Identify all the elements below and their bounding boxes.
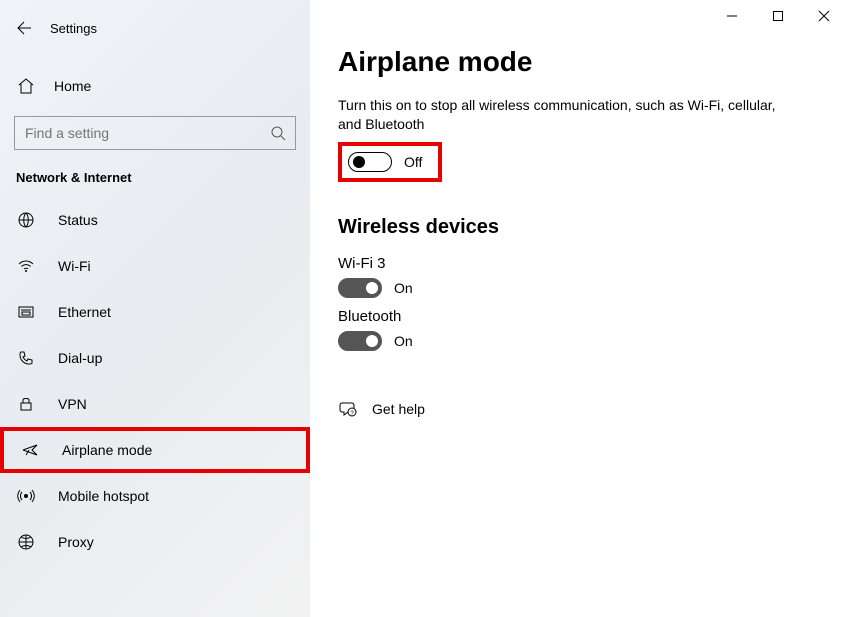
maximize-button[interactable] xyxy=(755,0,801,32)
search-input[interactable] xyxy=(14,116,296,150)
main-panel: Airplane mode Turn this on to stop all w… xyxy=(310,0,847,617)
page-title: Airplane mode xyxy=(338,46,819,78)
close-button[interactable] xyxy=(801,0,847,32)
toggle-knob xyxy=(366,335,378,347)
toggle-state-label: Off xyxy=(404,154,422,170)
sidebar-item-wifi[interactable]: Wi-Fi xyxy=(0,243,310,289)
sidebar: Settings Home Network & Internet Status … xyxy=(0,0,310,617)
sidebar-item-label: VPN xyxy=(58,396,87,412)
help-icon: ? xyxy=(338,399,358,419)
status-icon xyxy=(16,210,36,230)
wifi-icon xyxy=(16,256,36,276)
page-description: Turn this on to stop all wireless commun… xyxy=(338,96,778,134)
sidebar-item-mobile-hotspot[interactable]: Mobile hotspot xyxy=(0,473,310,519)
device-name-bluetooth: Bluetooth xyxy=(338,308,819,325)
sidebar-item-label: Airplane mode xyxy=(62,442,152,458)
sidebar-item-label: Proxy xyxy=(58,534,94,550)
sidebar-item-label: Dial-up xyxy=(58,350,102,366)
sidebar-item-home[interactable]: Home xyxy=(0,66,310,106)
minimize-button[interactable] xyxy=(709,0,755,32)
airplane-icon xyxy=(20,440,40,460)
ethernet-icon xyxy=(16,302,36,322)
toggle-state-label: On xyxy=(394,280,413,296)
sidebar-item-label: Home xyxy=(54,78,91,94)
sidebar-item-airplane-mode[interactable]: Airplane mode xyxy=(0,427,310,473)
airplane-mode-toggle[interactable] xyxy=(348,152,392,172)
bluetooth-toggle[interactable] xyxy=(338,331,382,351)
get-help-link[interactable]: ? Get help xyxy=(338,399,819,419)
sidebar-item-label: Mobile hotspot xyxy=(58,488,149,504)
vpn-icon xyxy=(16,394,36,414)
sidebar-item-dialup[interactable]: Dial-up xyxy=(0,335,310,381)
device-name-wifi: Wi-Fi 3 xyxy=(338,255,819,272)
sidebar-item-label: Ethernet xyxy=(58,304,111,320)
titlebar: Settings xyxy=(0,8,310,48)
section-title: Network & Internet xyxy=(0,150,310,197)
back-button[interactable] xyxy=(10,14,38,42)
wifi-toggle[interactable] xyxy=(338,278,382,298)
toggle-knob xyxy=(353,156,365,168)
home-icon xyxy=(16,77,36,95)
sidebar-item-label: Wi-Fi xyxy=(58,258,91,274)
sidebar-item-proxy[interactable]: Proxy xyxy=(0,519,310,565)
window-title: Settings xyxy=(50,21,97,36)
proxy-icon xyxy=(16,532,36,552)
toggle-state-label: On xyxy=(394,333,413,349)
sidebar-item-label: Status xyxy=(58,212,98,228)
arrow-left-icon xyxy=(16,20,32,36)
hotspot-icon xyxy=(16,486,36,506)
help-label: Get help xyxy=(372,401,425,417)
wireless-devices-heading: Wireless devices xyxy=(338,216,819,239)
toggle-knob xyxy=(366,282,378,294)
sidebar-item-vpn[interactable]: VPN xyxy=(0,381,310,427)
sidebar-item-ethernet[interactable]: Ethernet xyxy=(0,289,310,335)
phone-icon xyxy=(16,348,36,368)
airplane-mode-toggle-highlight: Off xyxy=(338,142,442,182)
sidebar-item-status[interactable]: Status xyxy=(0,197,310,243)
window-controls xyxy=(709,0,847,32)
search-container xyxy=(14,116,296,150)
